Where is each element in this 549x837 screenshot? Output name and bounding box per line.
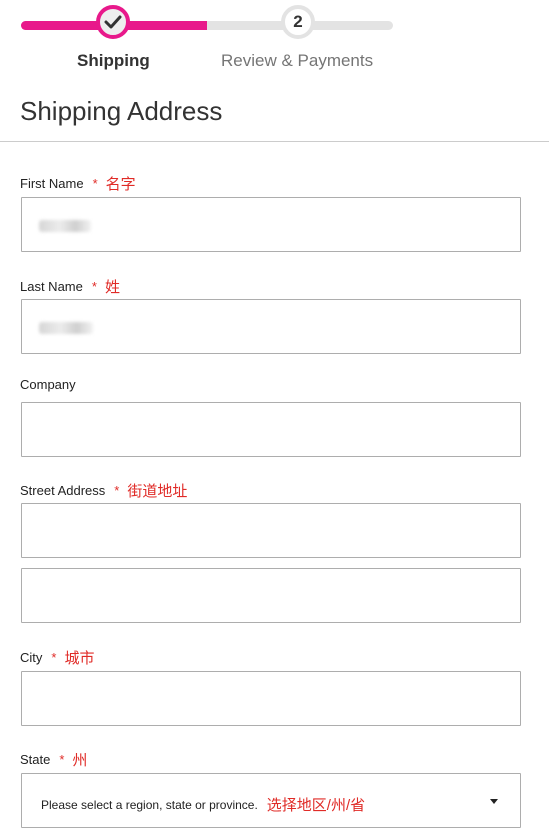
step-review-label[interactable]: Review & Payments xyxy=(221,51,373,71)
city-label: City * 城市 xyxy=(20,647,94,668)
required-marker: * xyxy=(92,176,98,191)
divider xyxy=(0,141,549,142)
redacted-value xyxy=(39,322,93,334)
last-name-hint: 姓 xyxy=(104,279,120,296)
first-name-hint: 名字 xyxy=(105,176,136,193)
city-hint: 城市 xyxy=(64,650,95,667)
first-name-input[interactable] xyxy=(21,197,521,252)
company-label: Company xyxy=(20,377,76,392)
last-name-label-text: Last Name xyxy=(20,279,83,294)
state-hint: 州 xyxy=(72,752,88,769)
street-address-label: Street Address * 街道地址 xyxy=(20,480,187,501)
required-marker: * xyxy=(114,483,120,498)
city-label-text: City xyxy=(20,650,43,665)
section-title: Shipping Address xyxy=(20,96,223,126)
company-input[interactable] xyxy=(21,402,521,457)
state-label: State * 州 xyxy=(20,749,87,770)
company-label-text: Company xyxy=(20,377,76,392)
required-marker: * xyxy=(91,279,97,294)
step-shipping-label[interactable]: Shipping xyxy=(77,51,150,71)
checkmark-icon xyxy=(104,15,122,29)
chevron-down-icon xyxy=(490,799,498,804)
state-select-value: Please select a region, state or provinc… xyxy=(41,794,365,815)
street-address-label-text: Street Address xyxy=(20,483,106,498)
required-marker: * xyxy=(59,752,65,767)
street-address-line1-input[interactable] xyxy=(21,503,521,558)
first-name-label: First Name * 名字 xyxy=(20,173,136,194)
checkout-progress: Shipping 2 Review & Payments xyxy=(0,0,549,90)
city-input[interactable] xyxy=(21,671,521,726)
state-label-text: State xyxy=(20,752,51,767)
state-select[interactable]: Please select a region, state or provinc… xyxy=(21,773,521,828)
step-shipping-indicator[interactable] xyxy=(96,5,130,39)
street-address-hint: 街道地址 xyxy=(127,483,188,500)
state-selected-text: Please select a region, state or provinc… xyxy=(41,797,258,812)
first-name-label-text: First Name xyxy=(20,176,84,191)
step-review-indicator[interactable]: 2 xyxy=(281,5,315,39)
state-select-hint: 选择地区/州/省 xyxy=(266,797,366,814)
required-marker: * xyxy=(51,650,57,665)
last-name-label: Last Name * 姓 xyxy=(20,276,120,297)
street-address-line2-input[interactable] xyxy=(21,568,521,623)
last-name-input[interactable] xyxy=(21,299,521,354)
redacted-value xyxy=(39,220,91,232)
